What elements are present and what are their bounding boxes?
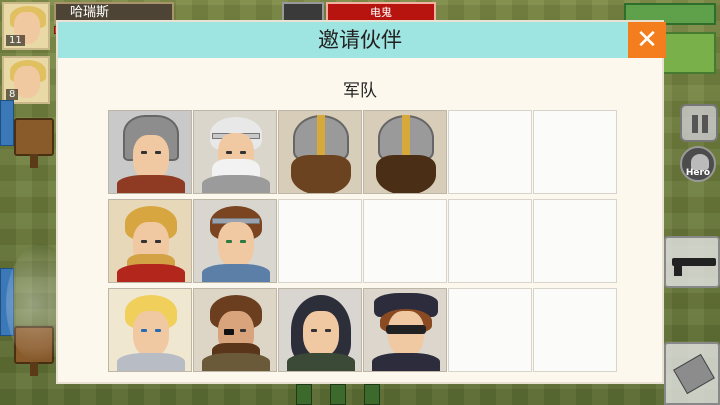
close-button[interactable]: ✕ [628, 22, 666, 58]
dialog-header: 邀请伙伴 [58, 22, 662, 58]
hero-button[interactable]: Hero [680, 146, 716, 182]
dialog-title: 邀请伙伴 [318, 28, 402, 52]
hero-button-label: Hero [685, 168, 711, 178]
party-member-level: 8 [6, 89, 19, 100]
pause-button[interactable] [680, 104, 718, 142]
ammo-can-icon [673, 353, 715, 395]
partner-slot[interactable] [363, 288, 447, 372]
soldier-sprite [296, 384, 312, 405]
empty-slot[interactable] [533, 110, 617, 194]
soldier-sprite [330, 384, 346, 405]
weapon-slot[interactable] [664, 236, 720, 288]
empty-slot[interactable] [533, 288, 617, 372]
partner-slot[interactable] [193, 288, 277, 372]
partner-slot[interactable] [363, 110, 447, 194]
army-heading: 军队 [343, 81, 377, 101]
empty-slot[interactable] [448, 288, 532, 372]
party-member-thumbnail[interactable]: 8 [2, 56, 50, 104]
empty-slot[interactable] [278, 199, 362, 283]
empty-slot[interactable] [448, 199, 532, 283]
signpost [14, 118, 54, 168]
water-tile [0, 100, 14, 146]
close-icon: ✕ [636, 25, 658, 55]
partner-slot[interactable] [193, 199, 277, 283]
party-member-thumbnail[interactable]: 11 [2, 2, 50, 50]
soldier-sprite [364, 384, 380, 405]
partner-slot[interactable] [108, 110, 192, 194]
party-member-level: 11 [6, 35, 25, 46]
empty-slot[interactable] [533, 199, 617, 283]
empty-slot[interactable] [363, 199, 447, 283]
partner-slot[interactable] [108, 288, 192, 372]
invite-partner-dialog: 邀请伙伴 ✕ 军队 [56, 20, 666, 384]
partner-slot[interactable] [278, 110, 362, 194]
partner-slot-grid [108, 110, 617, 374]
ammo-slot[interactable] [664, 342, 720, 405]
partner-slot[interactable] [108, 199, 192, 283]
partner-slot[interactable] [193, 110, 277, 194]
partner-slot[interactable] [278, 288, 362, 372]
empty-slot[interactable] [448, 110, 532, 194]
